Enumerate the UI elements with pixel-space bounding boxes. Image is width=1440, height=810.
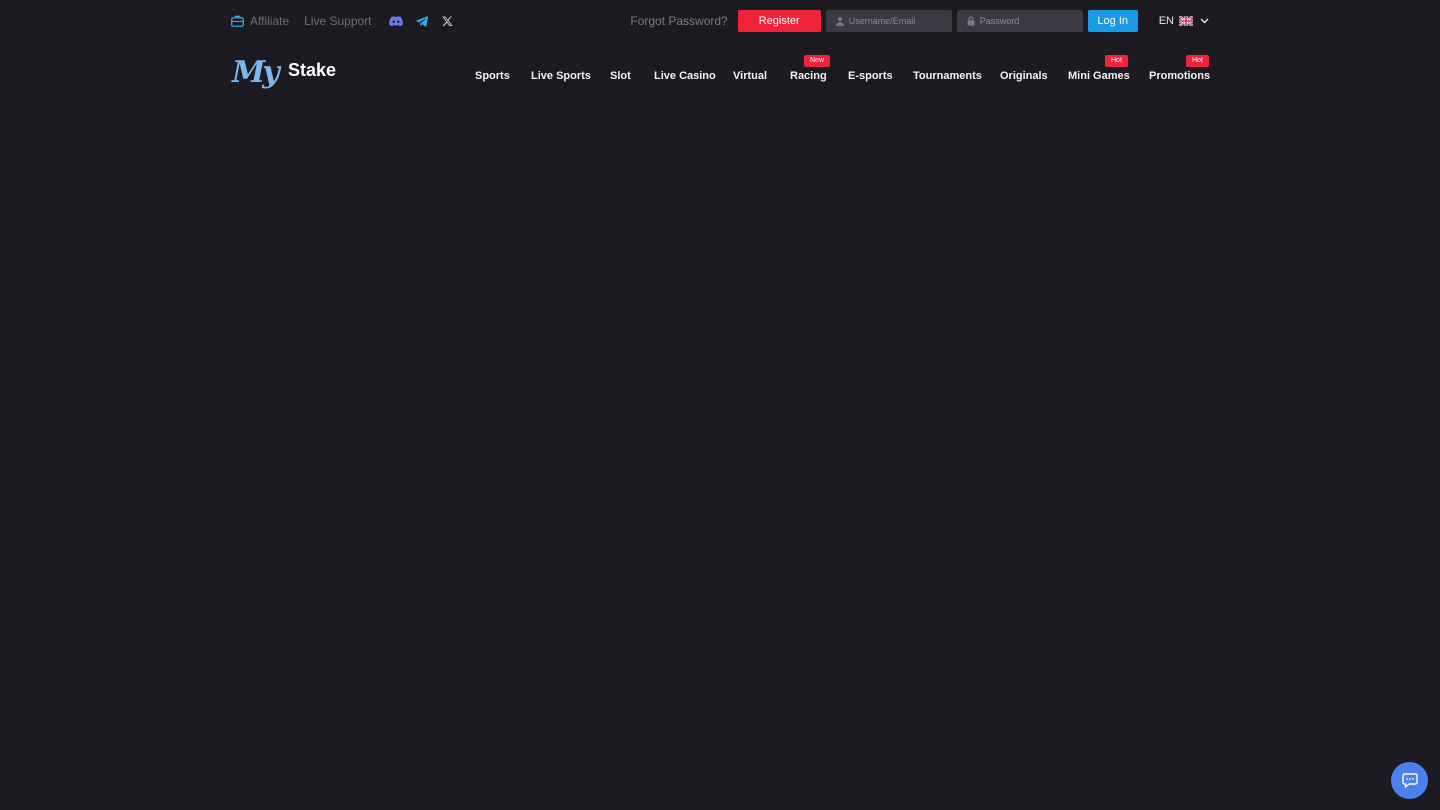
login-button[interactable]: Log In [1087,10,1138,32]
nav-item-sports[interactable]: Sports [475,68,510,84]
top-bar: Affiliate Live Support Forgot Password? … [231,9,1209,33]
logo-stake: Stake [288,60,337,80]
nav-item-live-sports[interactable]: Live Sports [531,68,591,84]
discord-icon[interactable] [388,14,403,28]
top-bar-right: Forgot Password? Register Log In EN [630,9,1209,33]
nav-item-racing[interactable]: Racing [790,68,827,84]
nav-item-slot[interactable]: Slot [610,68,631,84]
forgot-password-link[interactable]: Forgot Password? [630,14,727,28]
badge-hot: Hot [1186,55,1209,67]
live-support-link[interactable]: Live Support [304,14,371,28]
lock-icon [967,16,975,26]
page: Affiliate Live Support Forgot Password? … [0,0,1440,810]
nav-item-tournaments[interactable]: Tournaments [913,68,982,84]
x-twitter-icon[interactable] [441,14,455,28]
chevron-down-icon [1200,18,1209,24]
chat-button[interactable] [1391,762,1428,799]
user-icon [835,16,844,26]
nav-item-promotions[interactable]: Promotions [1149,68,1210,84]
affiliate-label: Affiliate [250,14,290,28]
briefcase-icon [231,15,244,27]
badge-hot: Hot [1105,55,1128,67]
nav-item-e-sports[interactable]: E-sports [848,68,893,84]
language-code: EN [1158,15,1174,27]
username-input[interactable] [848,16,949,26]
affiliate-link[interactable]: Affiliate [231,14,289,28]
chat-icon [1401,773,1418,788]
mystake-logo[interactable]: My Stake [232,55,336,94]
nav-item-mini-games[interactable]: Mini Games [1068,68,1130,84]
nav-item-virtual[interactable]: Virtual [733,68,767,84]
nav-item-originals[interactable]: Originals [1000,68,1048,84]
nav-item-live-casino[interactable]: Live Casino [654,68,716,84]
password-input[interactable] [979,16,1080,26]
social-links [388,14,467,28]
username-field-wrapper [825,10,952,32]
top-bar-left: Affiliate Live Support [231,9,467,33]
uk-flag-icon [1179,16,1193,26]
telegram-icon[interactable] [415,14,429,28]
badge-new: New [804,55,831,67]
language-selector[interactable]: EN [1159,15,1209,27]
password-field-wrapper [956,10,1083,32]
register-button[interactable]: Register [737,10,821,32]
logo-my: My [232,55,280,90]
